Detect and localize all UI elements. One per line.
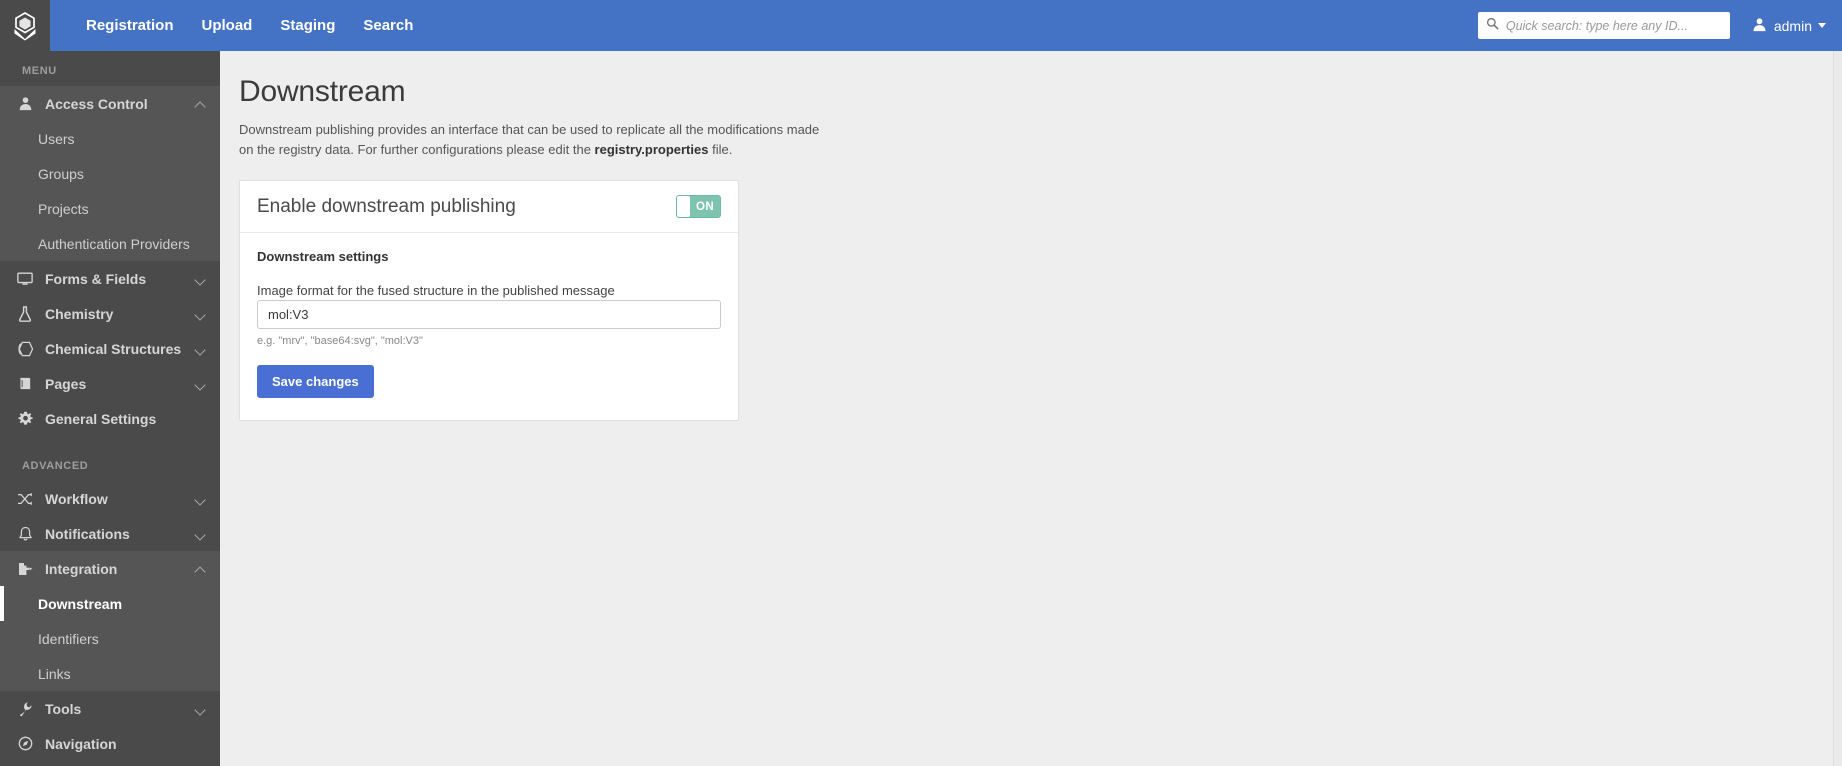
sidebar-section-label-menu: MENU: [22, 65, 57, 77]
search-input[interactable]: [1505, 12, 1722, 39]
sidebar-item-label: Integration: [45, 560, 118, 577]
sidebar-submenu-integration: Downstream Identifiers Links: [0, 586, 220, 691]
chevron-up-icon[interactable]: [196, 99, 206, 109]
navbar-right-area: admin: [1477, 12, 1842, 39]
sidebar-item-navigation[interactable]: Navigation: [0, 726, 220, 761]
save-changes-button[interactable]: Save changes: [257, 365, 374, 399]
page-description: Downstream publishing provides an interf…: [239, 120, 822, 160]
sidebar-subitem-label: Groups: [38, 165, 84, 182]
sidebar-section-label-advanced: ADVANCED: [22, 460, 89, 472]
image-format-field-label: Image format for the fused structure in …: [257, 283, 615, 299]
card-header: Enable downstream publishing ON: [240, 181, 738, 234]
chevron-down-icon[interactable]: [196, 344, 206, 354]
sidebar-item-chemical-structures[interactable]: Chemical Structures: [0, 331, 220, 366]
nav-link-upload[interactable]: Upload: [188, 0, 267, 51]
sidebar-item-downstream[interactable]: Downstream: [0, 586, 220, 621]
page-description-bold: registry.properties: [594, 142, 709, 158]
sidebar-subitem-label: Users: [38, 130, 75, 147]
sidebar-subitem-label: Links: [38, 665, 71, 682]
shuffle-icon: [14, 492, 36, 506]
cube-registry-logo-icon: [11, 11, 39, 41]
image-format-input[interactable]: [257, 300, 721, 330]
sidebar-item-pages[interactable]: Pages: [0, 366, 220, 401]
compass-icon: [14, 736, 36, 751]
sidebar-item-label: Access Control: [45, 95, 148, 112]
sidebar-item-chemistry[interactable]: Chemistry: [0, 296, 220, 331]
sidebar-submenu-access-control: Users Groups Projects Authentication Pro…: [0, 121, 220, 261]
sidebar-item-label: Forms & Fields: [45, 270, 147, 287]
sidebar-item-groups[interactable]: Groups: [0, 156, 220, 191]
sidebar-subitem-label: Projects: [38, 200, 89, 217]
sidebar-item-label: Chemical Structures: [45, 340, 182, 357]
sidebar-item-links[interactable]: Links: [0, 656, 220, 691]
sidebar-item-general-settings[interactable]: General Settings: [0, 401, 220, 436]
enable-downstream-publishing-label: Enable downstream publishing: [257, 195, 516, 217]
chevron-down-icon[interactable]: [196, 309, 206, 319]
user-menu-label: admin: [1773, 17, 1812, 34]
main-content: Downstream Downstream publishing provide…: [220, 51, 1832, 766]
nav-link-registration[interactable]: Registration: [72, 0, 188, 51]
sidebar-item-workflow[interactable]: Workflow: [0, 481, 220, 516]
sidebar-subitem-label: Identifiers: [38, 630, 99, 647]
sidebar-item-label: Navigation: [45, 735, 117, 752]
page-scrollbar[interactable]: [1833, 51, 1842, 766]
top-navbar: Registration Upload Staging Search admin: [0, 0, 1842, 51]
hexagon-icon: [14, 341, 36, 357]
wrench-icon: [14, 701, 36, 717]
chevron-down-icon[interactable]: [196, 529, 206, 539]
image-format-field-hint: e.g. "mrv", "base64:svg", "mol:V3": [257, 335, 423, 348]
nav-link-staging[interactable]: Staging: [266, 0, 349, 51]
sidebar-item-label: Notifications: [45, 525, 130, 542]
user-icon: [1752, 17, 1774, 35]
sidebar-item-access-control[interactable]: Access Control: [0, 86, 220, 121]
sidebar-item-label: Tools: [45, 700, 82, 717]
card-body: Downstream settings Image format for the…: [240, 233, 738, 420]
user-icon: [14, 96, 36, 111]
puzzle-icon: [14, 561, 36, 577]
sidebar-item-projects[interactable]: Projects: [0, 191, 220, 226]
enable-downstream-publishing-toggle[interactable]: ON: [676, 195, 721, 219]
monitor-icon: [14, 272, 36, 286]
search-icon: [1486, 17, 1506, 35]
quick-search-box[interactable]: [1477, 12, 1730, 39]
sidebar-item-label: Pages: [45, 375, 87, 392]
chevron-down-icon[interactable]: [196, 379, 206, 389]
sidebar-item-users[interactable]: Users: [0, 121, 220, 156]
sidebar-item-label: Chemistry: [45, 305, 114, 322]
chevron-down-icon[interactable]: [196, 704, 206, 714]
downstream-settings-title: Downstream settings: [257, 249, 389, 265]
sidebar-subitem-label: Authentication Providers: [38, 235, 190, 252]
sidebar-item-authentication-providers[interactable]: Authentication Providers: [0, 226, 220, 261]
toggle-knob: [677, 196, 690, 218]
chevron-up-icon[interactable]: [196, 564, 206, 574]
book-icon: [14, 376, 36, 391]
bell-icon: [14, 526, 36, 542]
sidebar-item-label: Workflow: [45, 490, 108, 507]
gear-icon: [14, 411, 36, 426]
toggle-state-label: ON: [695, 200, 715, 213]
sidebar-item-integration[interactable]: Integration: [0, 551, 220, 586]
downstream-settings-card: Enable downstream publishing ON Downstre…: [239, 180, 739, 422]
sidebar-subitem-label: Downstream: [38, 595, 123, 612]
sidebar: MENU Access Control Users Groups Project…: [0, 51, 220, 766]
primary-nav: Registration Upload Staging Search: [72, 0, 427, 51]
page-description-part2: file.: [708, 142, 733, 158]
sidebar-item-notifications[interactable]: Notifications: [0, 516, 220, 551]
sidebar-item-identifiers[interactable]: Identifiers: [0, 621, 220, 656]
app-logo[interactable]: [0, 0, 50, 51]
sidebar-item-tools[interactable]: Tools: [0, 691, 220, 726]
chevron-down-icon: [1818, 23, 1826, 28]
chevron-down-icon[interactable]: [196, 494, 206, 504]
page-title: Downstream: [239, 75, 406, 108]
user-menu[interactable]: admin: [1752, 17, 1826, 35]
chevron-down-icon[interactable]: [196, 274, 206, 284]
sidebar-item-label: General Settings: [45, 410, 157, 427]
sidebar-item-forms-and-fields[interactable]: Forms & Fields: [0, 261, 220, 296]
nav-link-search[interactable]: Search: [349, 0, 427, 51]
flask-icon: [14, 305, 36, 322]
